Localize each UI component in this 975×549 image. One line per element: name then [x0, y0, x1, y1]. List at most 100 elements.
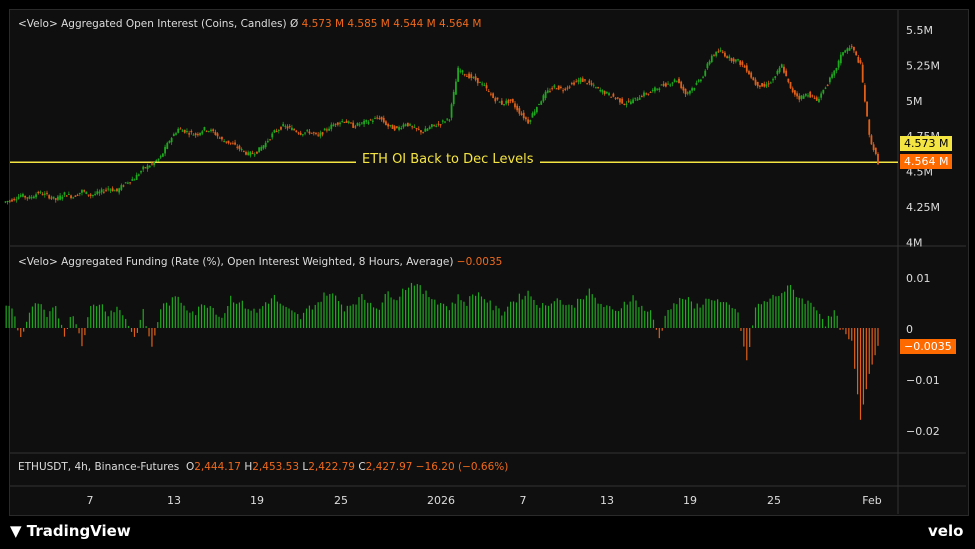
funding-bar [221, 317, 223, 328]
funding-bar [477, 292, 480, 328]
chart-container: 5.5M5.25M5M4.75M4.5M4.25M4M0.010−0.01−0.… [0, 0, 975, 549]
candle [157, 158, 160, 161]
candle [190, 130, 193, 133]
candle [474, 76, 477, 80]
funding-bar [568, 304, 570, 328]
candle [41, 194, 44, 196]
candle [74, 195, 77, 197]
candle [312, 132, 315, 134]
candle [590, 83, 593, 85]
oi-close: 4.564 M [439, 18, 482, 30]
candle [6, 200, 9, 202]
funding-bar [658, 328, 660, 339]
candle [752, 77, 755, 81]
funding-bar [696, 303, 698, 328]
candle [297, 132, 300, 134]
candle [100, 189, 103, 193]
candle [863, 85, 866, 102]
funding-bar [55, 306, 57, 328]
candle [689, 90, 691, 94]
candle [19, 195, 22, 197]
candle [371, 120, 374, 122]
candle [271, 133, 274, 138]
candle [719, 50, 722, 52]
candle [614, 97, 617, 99]
funding-bar [542, 303, 544, 328]
candle [575, 81, 578, 83]
funding-bar [300, 319, 302, 328]
candle [686, 92, 689, 94]
candle [459, 70, 462, 72]
candle [225, 141, 228, 143]
funding-bar [335, 295, 337, 328]
oi-y-tick: 5.5M [906, 24, 933, 37]
funding-bar [626, 304, 628, 328]
price-high: 2,453.53 [252, 461, 300, 473]
funding-bar [620, 308, 623, 328]
funding-bar [262, 306, 264, 328]
funding-y-tick: 0 [906, 323, 913, 336]
candle [288, 126, 291, 128]
funding-bar [241, 300, 243, 328]
candle [428, 126, 431, 130]
candle [411, 126, 414, 128]
funding-bar [317, 302, 319, 328]
candle [621, 98, 624, 104]
candle [461, 70, 464, 73]
funding-bar [101, 304, 103, 328]
candle [378, 118, 381, 120]
candle [26, 197, 29, 199]
funding-bar [754, 307, 757, 328]
candle [83, 190, 86, 192]
candle [872, 144, 875, 151]
funding-bar [416, 284, 418, 328]
funding-bar [288, 308, 290, 328]
candle [728, 56, 731, 59]
funding-bar [28, 312, 31, 328]
candle [780, 64, 783, 68]
funding-bar [737, 312, 739, 328]
candle [599, 89, 602, 92]
funding-bar [34, 303, 36, 328]
candle [610, 96, 613, 98]
funding-bar [687, 297, 690, 328]
funding-bar [816, 310, 818, 328]
candle [354, 126, 357, 128]
funding-bar [862, 328, 865, 405]
funding-bar [25, 321, 28, 328]
funding-bar [787, 285, 789, 328]
candle [258, 147, 261, 153]
funding-bar [195, 315, 197, 328]
funding-bar [454, 303, 456, 328]
funding-bar [571, 305, 573, 328]
oi-y-tick: 4M [906, 236, 923, 249]
funding-bar [781, 293, 783, 328]
candle [540, 101, 543, 105]
candle [382, 117, 385, 123]
tradingview-text: TradingView [26, 522, 131, 540]
candle [625, 103, 628, 105]
candle [605, 91, 608, 94]
funding-bar [679, 297, 681, 328]
funding-bar [323, 292, 325, 328]
candle [365, 120, 368, 122]
funding-bar [390, 297, 392, 328]
candle [350, 122, 352, 124]
candle [437, 123, 440, 125]
funding-bar [66, 328, 69, 329]
candle [828, 77, 831, 83]
candle [22, 194, 24, 197]
candle [98, 191, 101, 194]
candle [612, 93, 615, 97]
candle [820, 93, 823, 98]
funding-bar [527, 290, 529, 328]
candle [710, 55, 713, 63]
candle [391, 124, 394, 129]
funding-bar [553, 301, 555, 328]
candle [59, 195, 62, 200]
funding-bar [349, 305, 351, 328]
funding-bar [819, 313, 821, 328]
x-axis-tick: 13 [600, 494, 614, 507]
funding-bar [227, 306, 229, 328]
funding-bar [297, 314, 299, 328]
